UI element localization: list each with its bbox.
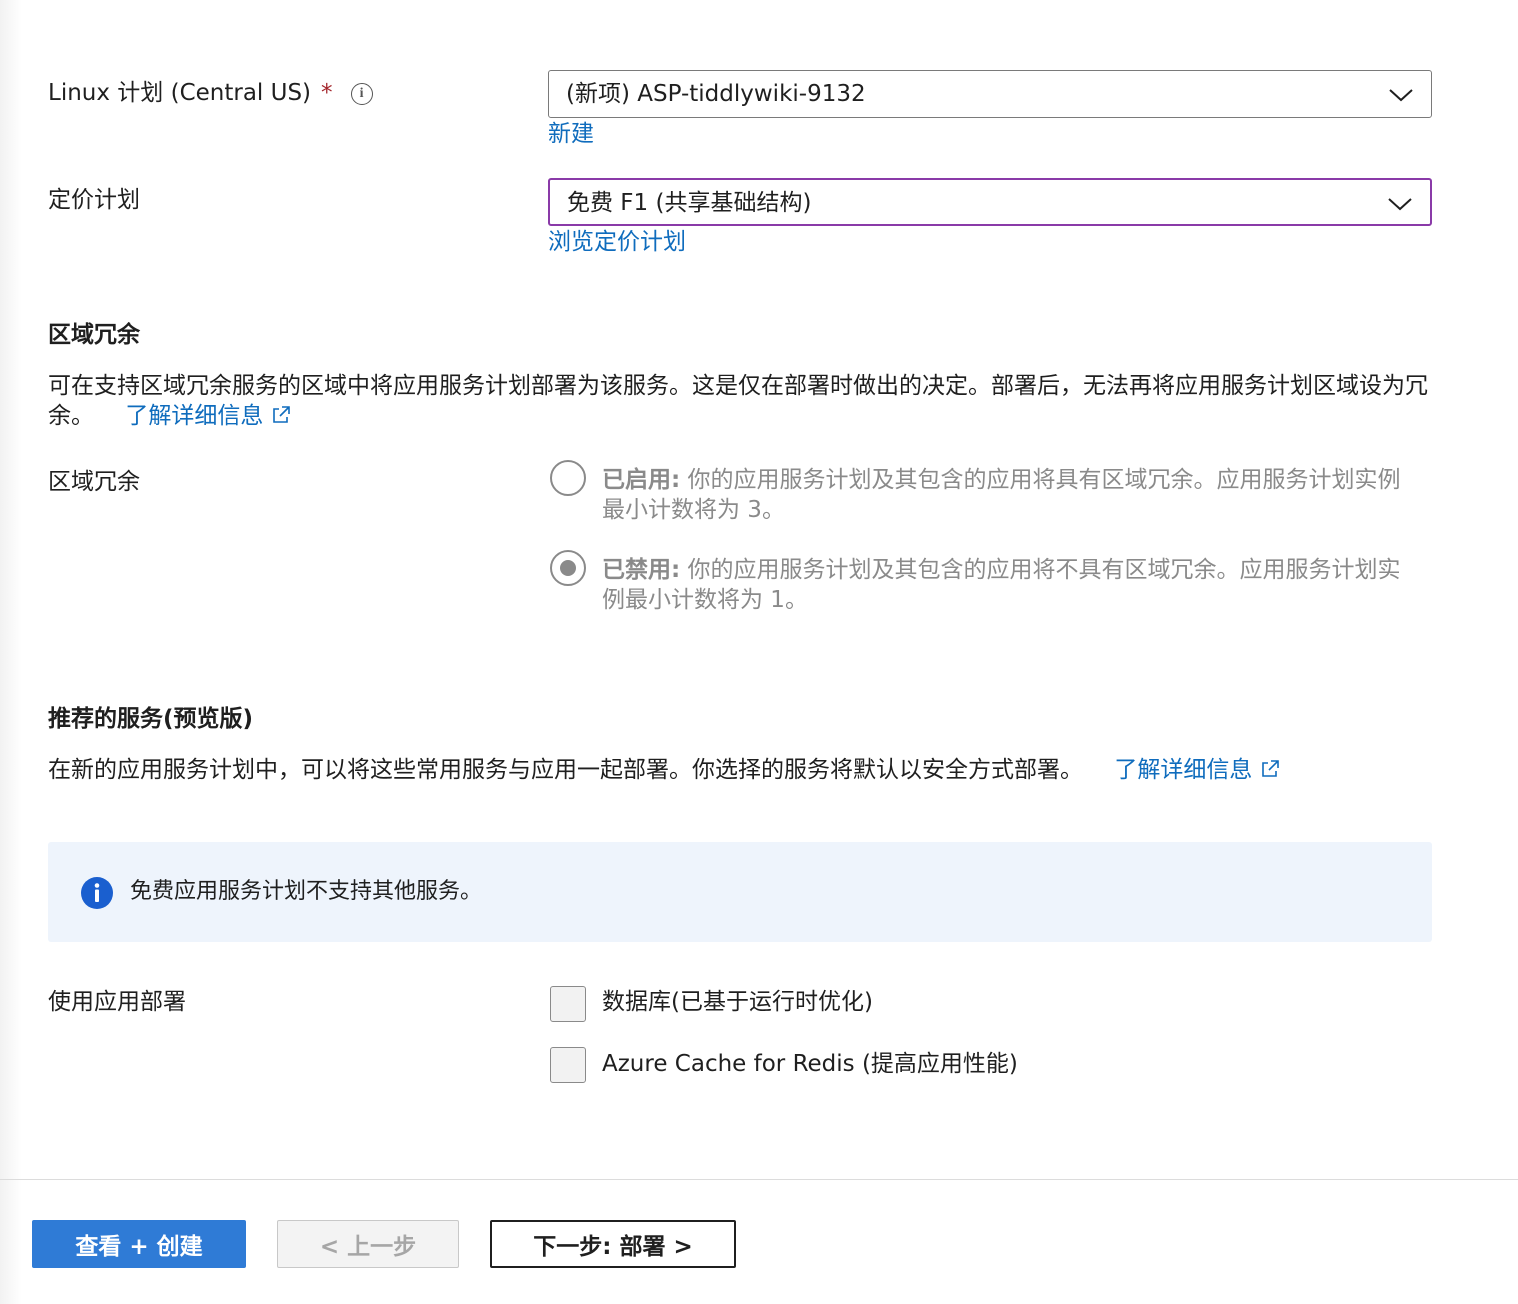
recommended-learn-more-link[interactable]: 了解详细信息 [1114, 757, 1280, 783]
chevron-down-icon [1388, 198, 1412, 211]
footer-divider [0, 1179, 1518, 1180]
use-app-deployment-label: 使用应用部署 [48, 989, 186, 1015]
zone-redundancy-section-title: 区域冗余 [48, 322, 140, 348]
zone-redundancy-field-label: 区域冗余 [48, 469, 140, 495]
chevron-down-icon [1389, 89, 1413, 102]
redis-cache-checkbox-label: Azure Cache for Redis (提高应用性能) [602, 1051, 1018, 1077]
linux-plan-dropdown[interactable]: (新项) ASP-tiddlywiki-9132 [548, 70, 1432, 118]
learn-more-text: 了解详细信息 [125, 403, 264, 429]
create-web-app-form: Linux 计划 (Central US) * i (新项) ASP-tiddlyw… [0, 0, 1518, 1304]
recommended-services-description: 在新的应用服务计划中，可以将这些常用服务与应用一起部署。你选择的服务将默认以安全… [48, 755, 1432, 785]
external-link-icon [1262, 760, 1280, 777]
review-create-button[interactable]: 查看 + 创建 [32, 1220, 246, 1268]
browse-pricing-plans-link[interactable]: 浏览定价计划 [548, 227, 686, 257]
linux-plan-selected-value: (新项) ASP-tiddlywiki-9132 [566, 81, 866, 107]
radio-selected-dot [560, 560, 576, 576]
pricing-plan-label: 定价计划 [48, 187, 140, 213]
disabled-option-text: 你的应用服务计划及其包含的应用将不具有区域冗余。应用服务计划实例最小计数将为 1… [602, 557, 1401, 613]
zone-redundancy-enabled-radio[interactable] [550, 460, 586, 496]
info-message-text: 免费应用服务计划不支持其他服务。 [130, 879, 483, 904]
learn-more-text: 了解详细信息 [1114, 757, 1253, 783]
info-message-box: 免费应用服务计划不支持其他服务。 [48, 842, 1432, 942]
recommended-services-section-title: 推荐的服务(预览版) [48, 706, 254, 732]
enabled-option-text: 你的应用服务计划及其包含的应用将具有区域冗余。应用服务计划实例最小计数将为 3。 [602, 467, 1401, 523]
database-checkbox[interactable] [550, 986, 586, 1022]
info-icon [81, 877, 113, 909]
zone-redundancy-disabled-option: 已禁用: 你的应用服务计划及其包含的应用将不具有区域冗余。应用服务计划实例最小计… [602, 555, 1422, 615]
zone-redundancy-learn-more-link[interactable]: 了解详细信息 [125, 403, 291, 429]
database-checkbox-label: 数据库(已基于运行时优化) [602, 989, 873, 1015]
zone-redundancy-disabled-radio[interactable] [550, 550, 586, 586]
external-link-icon [273, 406, 291, 423]
recommended-description-text: 在新的应用服务计划中，可以将这些常用服务与应用一起部署。你选择的服务将默认以安全… [48, 757, 1083, 783]
next-deployment-button[interactable]: 下一步: 部署 > [490, 1220, 736, 1268]
zone-redundancy-description: 可在支持区域冗余服务的区域中将应用服务计划部署为该服务。这是仅在部署时做出的决定… [48, 371, 1432, 431]
pricing-plan-selected-value: 免费 F1 (共享基础结构) [567, 190, 812, 216]
linux-plan-label: Linux 计划 (Central US) * i [48, 78, 373, 108]
required-asterisk: * [321, 80, 333, 106]
redis-cache-checkbox[interactable] [550, 1047, 586, 1083]
disabled-option-title: 已禁用: [602, 557, 681, 583]
previous-button[interactable]: < 上一步 [277, 1220, 459, 1268]
info-icon[interactable]: i [350, 83, 373, 105]
pricing-plan-dropdown[interactable]: 免费 F1 (共享基础结构) [548, 178, 1432, 226]
create-new-plan-link[interactable]: 新建 [548, 119, 594, 149]
linux-plan-label-text: Linux 计划 (Central US) [48, 80, 312, 106]
zone-redundancy-enabled-option: 已启用: 你的应用服务计划及其包含的应用将具有区域冗余。应用服务计划实例最小计数… [602, 465, 1422, 525]
enabled-option-title: 已启用: [602, 467, 681, 493]
